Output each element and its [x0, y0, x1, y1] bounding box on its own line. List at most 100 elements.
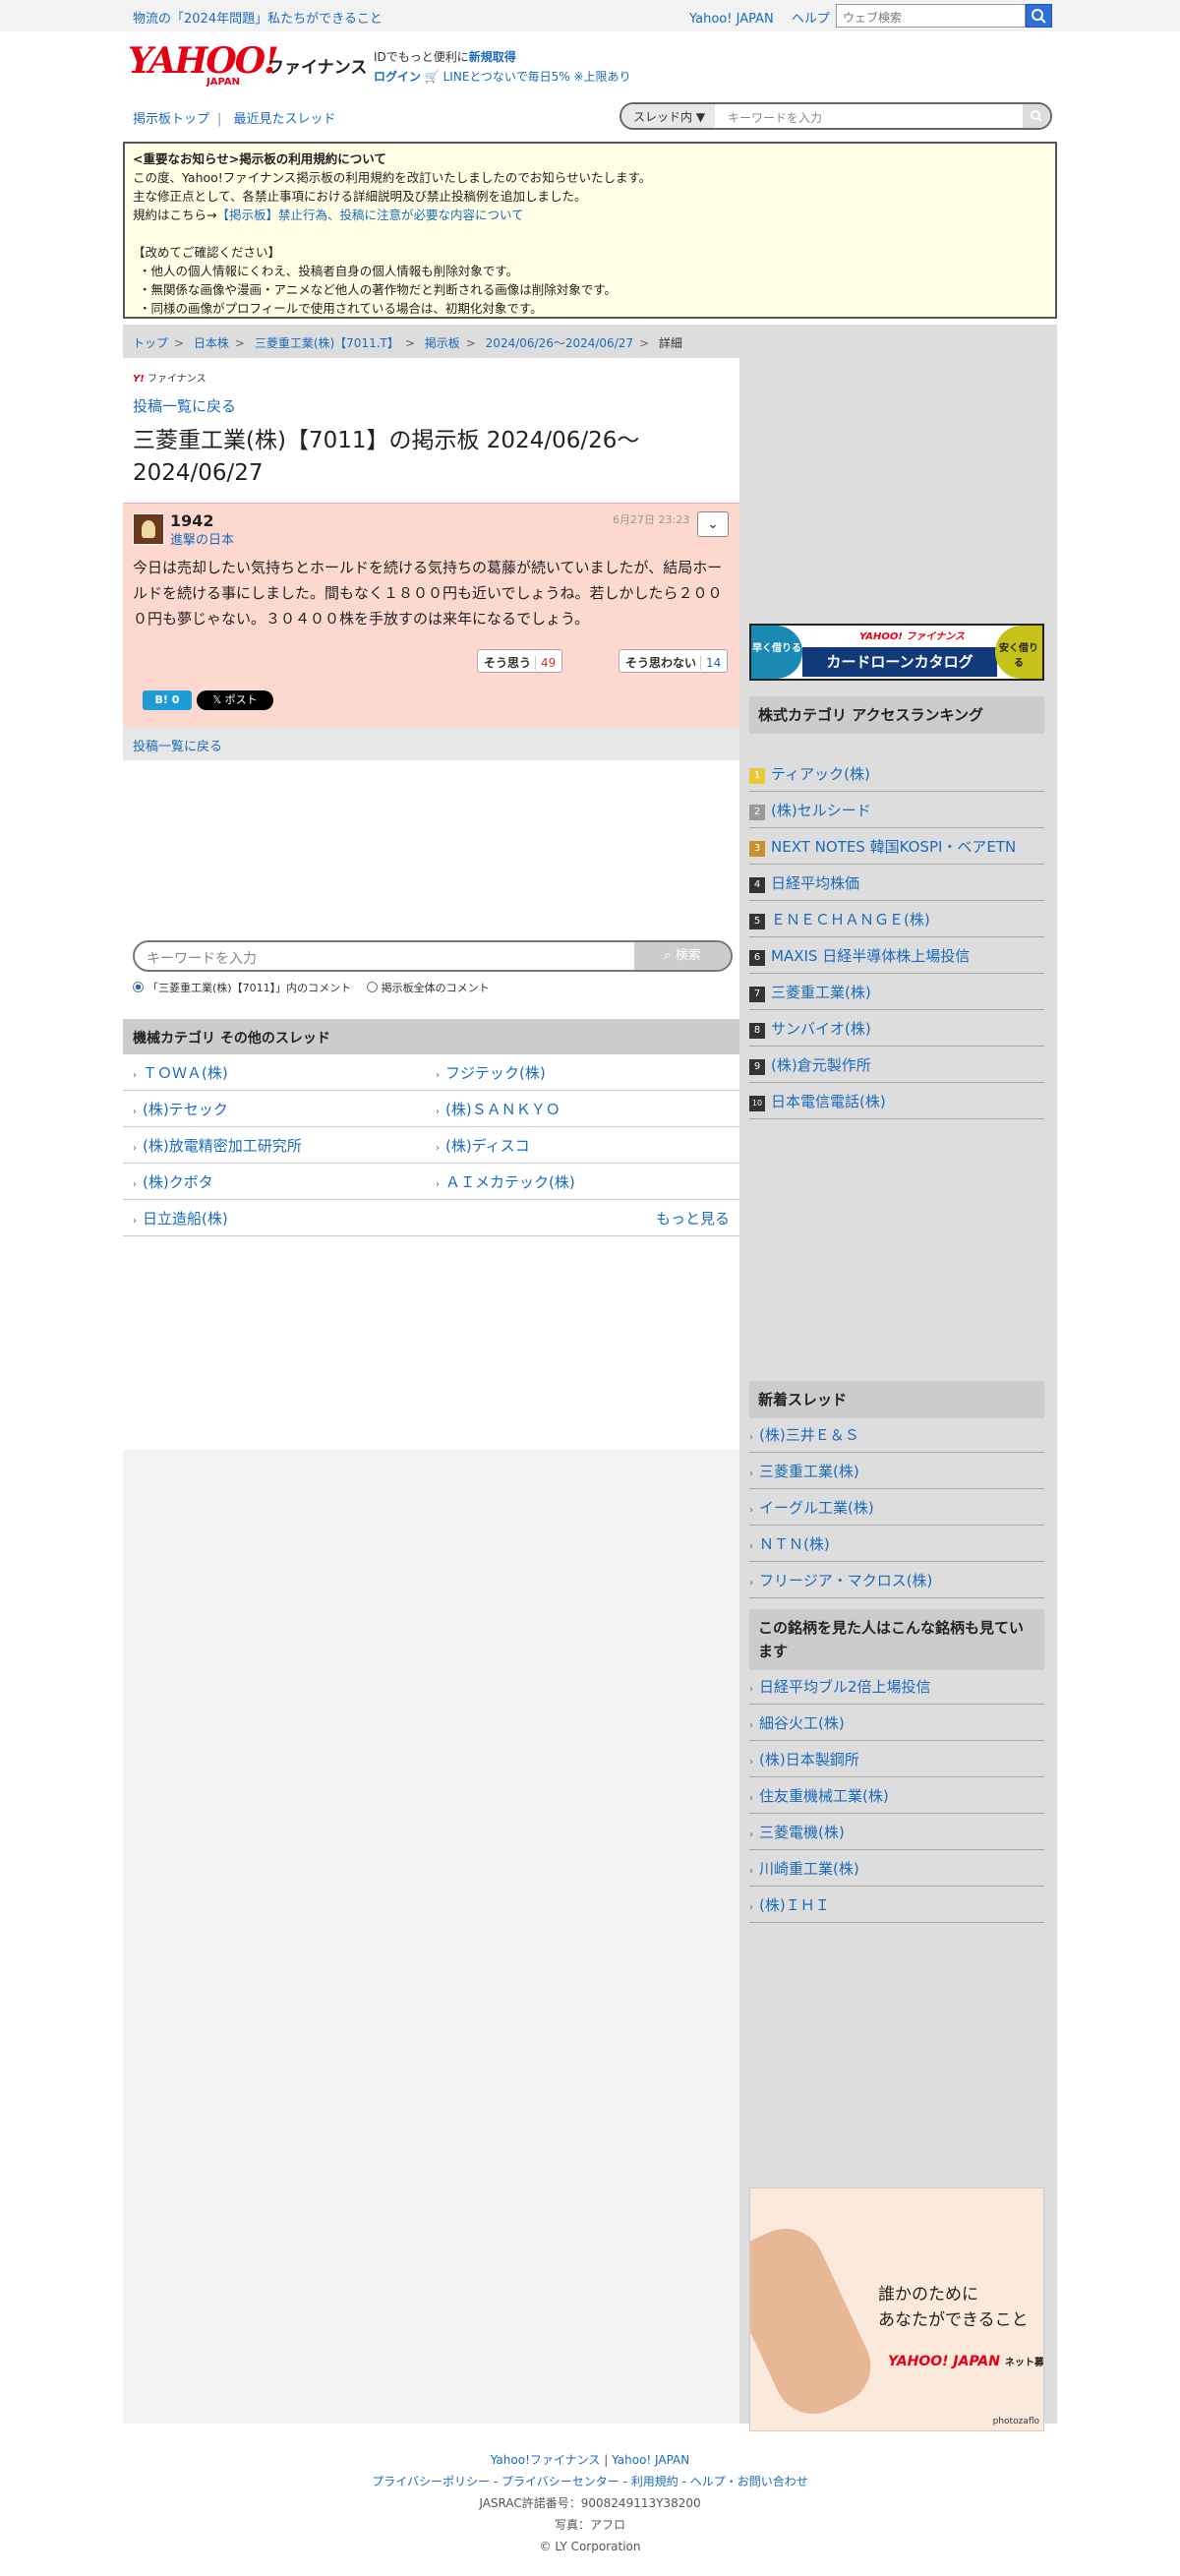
ranking-item[interactable]: 10 日本電信電話(株) — [749, 1083, 1044, 1119]
search-button-label: 検索 — [675, 948, 701, 963]
radio-unchecked-icon — [366, 982, 378, 992]
ranking-item[interactable]: 5 ＥＮＥＣＨＡＮＧＥ(株) — [749, 901, 1044, 937]
notice-confirm: 【改めてご確認ください】 — [133, 245, 281, 260]
web-search-input[interactable]: ウェブ検索 — [836, 4, 1026, 28]
board-search-input[interactable]: キーワードを入力 — [728, 109, 822, 126]
thread-link[interactable]: › フジテック(株) — [436, 1062, 546, 1083]
ranking-item[interactable]: 3 NEXT NOTES 韓国KOSPI・ベアETN — [749, 828, 1044, 865]
chevron-right-icon: > — [465, 336, 476, 350]
ranking-label: (株)倉元製作所 — [771, 1056, 871, 1074]
chevron-right-icon: › — [749, 1468, 753, 1479]
web-search-button[interactable] — [1026, 4, 1052, 28]
post-menu-button[interactable]: ⌄ — [697, 511, 729, 537]
yahoo-japan-link[interactable]: Yahoo! JAPAN — [689, 12, 774, 27]
thread-link[interactable]: › ＴＯＷＡ(株) — [133, 1062, 228, 1083]
more-link[interactable]: もっと見る — [656, 1208, 730, 1228]
footer-yahoo-link[interactable]: Yahoo! JAPAN — [612, 2453, 689, 2467]
new-thread-item[interactable]: › (株)三井Ｅ＆Ｓ — [749, 1416, 1044, 1453]
new-thread-item[interactable]: › 三菱重工業(株) — [749, 1453, 1044, 1489]
recent-threads-link[interactable]: 最近見たスレッド — [234, 112, 336, 127]
board-search: スレッド内 ▼ キーワードを入力 — [620, 102, 1052, 130]
footer-finance-link[interactable]: Yahoo!ファイナンス — [491, 2453, 601, 2467]
donation-ad[interactable]: 誰かのためにあなたができること YAHOO! JAPAN ネット募金 photo… — [749, 2187, 1044, 2431]
back-to-list-link[interactable]: 投稿一覧に戻る — [133, 740, 222, 754]
ranking-item[interactable]: 2 (株)セルシード — [749, 792, 1044, 828]
ranking-item[interactable]: 4 日経平均株価 — [749, 865, 1044, 901]
avatar[interactable] — [133, 513, 164, 545]
register-link[interactable]: 新規取得 — [469, 50, 516, 64]
radio-all[interactable]: 掲示板全体のコメント — [366, 982, 490, 994]
terms-link[interactable]: 【掲示板】禁止行為、投稿に注意が必要な内容について — [216, 208, 523, 222]
brand-text: ファイナンス — [148, 374, 206, 385]
cardloan-ad[interactable]: 早く借りる YAHOO! ファイナンス カードローンカタログ 安く借りる — [749, 624, 1044, 681]
chevron-right-icon: › — [436, 1143, 440, 1154]
rank-badge: 3 — [749, 841, 765, 857]
news-link[interactable]: 物流の「2024年問題」私たちができること — [133, 8, 383, 27]
comment-search-input[interactable]: キーワードを入力 — [147, 948, 257, 968]
thread-link[interactable]: › (株)テセック — [133, 1099, 228, 1119]
thread-label: フリージア・マクロス(株) — [759, 1572, 933, 1589]
viewed-list: › 日経平均ブル2倍上場投信 › 細谷火工(株) › (株)日本製鋼所 › 住友重機械工… — [749, 1668, 1044, 1923]
new-thread-item[interactable]: › フリージア・マクロス(株) — [749, 1562, 1044, 1598]
breadcrumb-period[interactable]: 2024/06/26〜2024/06/27 — [486, 336, 633, 350]
thread-link[interactable]: › (株)クボタ — [133, 1171, 213, 1192]
ranking-list: 1 ティアック(株) 2 (株)セルシード 3 NEXT NOTES 韓国KOSPI・… — [749, 755, 1044, 1119]
hatena-bookmark-button[interactable]: B! 0 — [143, 690, 192, 710]
viewed-label: 住友重機械工業(株) — [759, 1787, 889, 1805]
thread-link[interactable]: › (株)ＳＡＮＫＹＯ — [436, 1099, 560, 1119]
viewed-item[interactable]: › 川崎重工業(株) — [749, 1850, 1044, 1887]
viewed-item[interactable]: › 三菱電機(株) — [749, 1814, 1044, 1850]
radio-thread[interactable]: 「三菱重工業(株)【7011】」内のコメント — [133, 982, 351, 994]
chevron-right-icon: › — [749, 1720, 753, 1731]
help-link[interactable]: ヘルプ — [792, 12, 830, 27]
privacy-center-link[interactable]: プライバシーセンター — [502, 2475, 620, 2488]
thread-link[interactable]: › 日立造船(株) — [133, 1208, 228, 1228]
chevron-right-icon: › — [749, 1541, 753, 1552]
viewed-item[interactable]: › (株)日本製鋼所 — [749, 1741, 1044, 1777]
viewed-item[interactable]: › 細谷火工(株) — [749, 1705, 1044, 1741]
ranking-item[interactable]: 6 MAXIS 日経半導体株上場投信 — [749, 937, 1044, 974]
viewed-item[interactable]: › 住友重機械工業(株) — [749, 1777, 1044, 1814]
breadcrumb-current: 詳細 — [658, 336, 682, 350]
ranking-item[interactable]: 1 ティアック(株) — [749, 755, 1044, 792]
ranking-item[interactable]: 9 (株)倉元製作所 — [749, 1047, 1044, 1083]
user-name-link[interactable]: 進撃の日本 — [170, 529, 234, 548]
disagree-button[interactable]: そう思わない 14 — [619, 649, 729, 673]
thread-link[interactable]: › (株)放電精密加工研究所 — [133, 1135, 302, 1156]
thread-link[interactable]: › ＡＩメカテック(株) — [436, 1171, 575, 1192]
chevron-right-icon: › — [749, 1578, 753, 1588]
breadcrumb-board[interactable]: 掲示板 — [425, 336, 460, 350]
back-to-list-link[interactable]: 投稿一覧に戻る — [133, 395, 236, 416]
comment-search-button[interactable]: ⌕ 検索 — [634, 942, 731, 970]
thread-label: イーグル工業(株) — [759, 1499, 874, 1517]
scope-select[interactable]: スレッド内 ▼ — [621, 104, 715, 128]
breadcrumb-stocks[interactable]: 日本株 — [194, 336, 229, 350]
agree-button[interactable]: そう思う 49 — [477, 649, 563, 673]
board-search-button[interactable] — [1023, 104, 1050, 128]
ranking-item[interactable]: 8 サンバイオ(株) — [749, 1010, 1044, 1047]
breadcrumb-top[interactable]: トップ — [133, 336, 168, 350]
thread-label: (株)クボタ — [143, 1173, 213, 1191]
yahoo-finance-logo[interactable]: YAHOO! JAPAN ファイナンス — [128, 43, 367, 88]
chevron-right-icon: > — [234, 336, 245, 350]
login-link[interactable]: ログイン — [374, 70, 421, 84]
terms-link[interactable]: 利用規約 — [631, 2475, 678, 2488]
help-contact-link[interactable]: ヘルプ・お問い合わせ — [690, 2475, 808, 2488]
breadcrumb-company[interactable]: 三菱重工業(株)【7011.T】 — [255, 336, 399, 350]
thread-link[interactable]: › (株)ディスコ — [436, 1135, 530, 1156]
disagree-count: 14 — [700, 656, 722, 670]
ranking-item[interactable]: 7 三菱重工業(株) — [749, 974, 1044, 1010]
line-promo-link[interactable]: LINEとつないで毎日5% ※上限あり — [443, 70, 631, 84]
rank-badge: 10 — [749, 1096, 765, 1111]
notice-bullet: ・同様の画像がプロフィールで使用されている場合は、初期化対象です。 — [139, 301, 543, 316]
board-top-link[interactable]: 掲示板トップ — [133, 112, 209, 127]
privacy-policy-link[interactable]: プライバシーポリシー — [372, 2475, 490, 2488]
viewed-item[interactable]: › (株)ＩＨＩ — [749, 1887, 1044, 1923]
search-icon: ⌕ — [664, 948, 676, 963]
ranking-label: サンバイオ(株) — [771, 1020, 871, 1038]
new-thread-item[interactable]: › イーグル工業(株) — [749, 1489, 1044, 1526]
new-thread-item[interactable]: › ＮＴＮ(株) — [749, 1526, 1044, 1562]
x-post-button[interactable]: 𝕏 ポスト — [197, 690, 273, 710]
rank-badge: 9 — [749, 1059, 765, 1075]
viewed-item[interactable]: › 日経平均ブル2倍上場投信 — [749, 1668, 1044, 1705]
